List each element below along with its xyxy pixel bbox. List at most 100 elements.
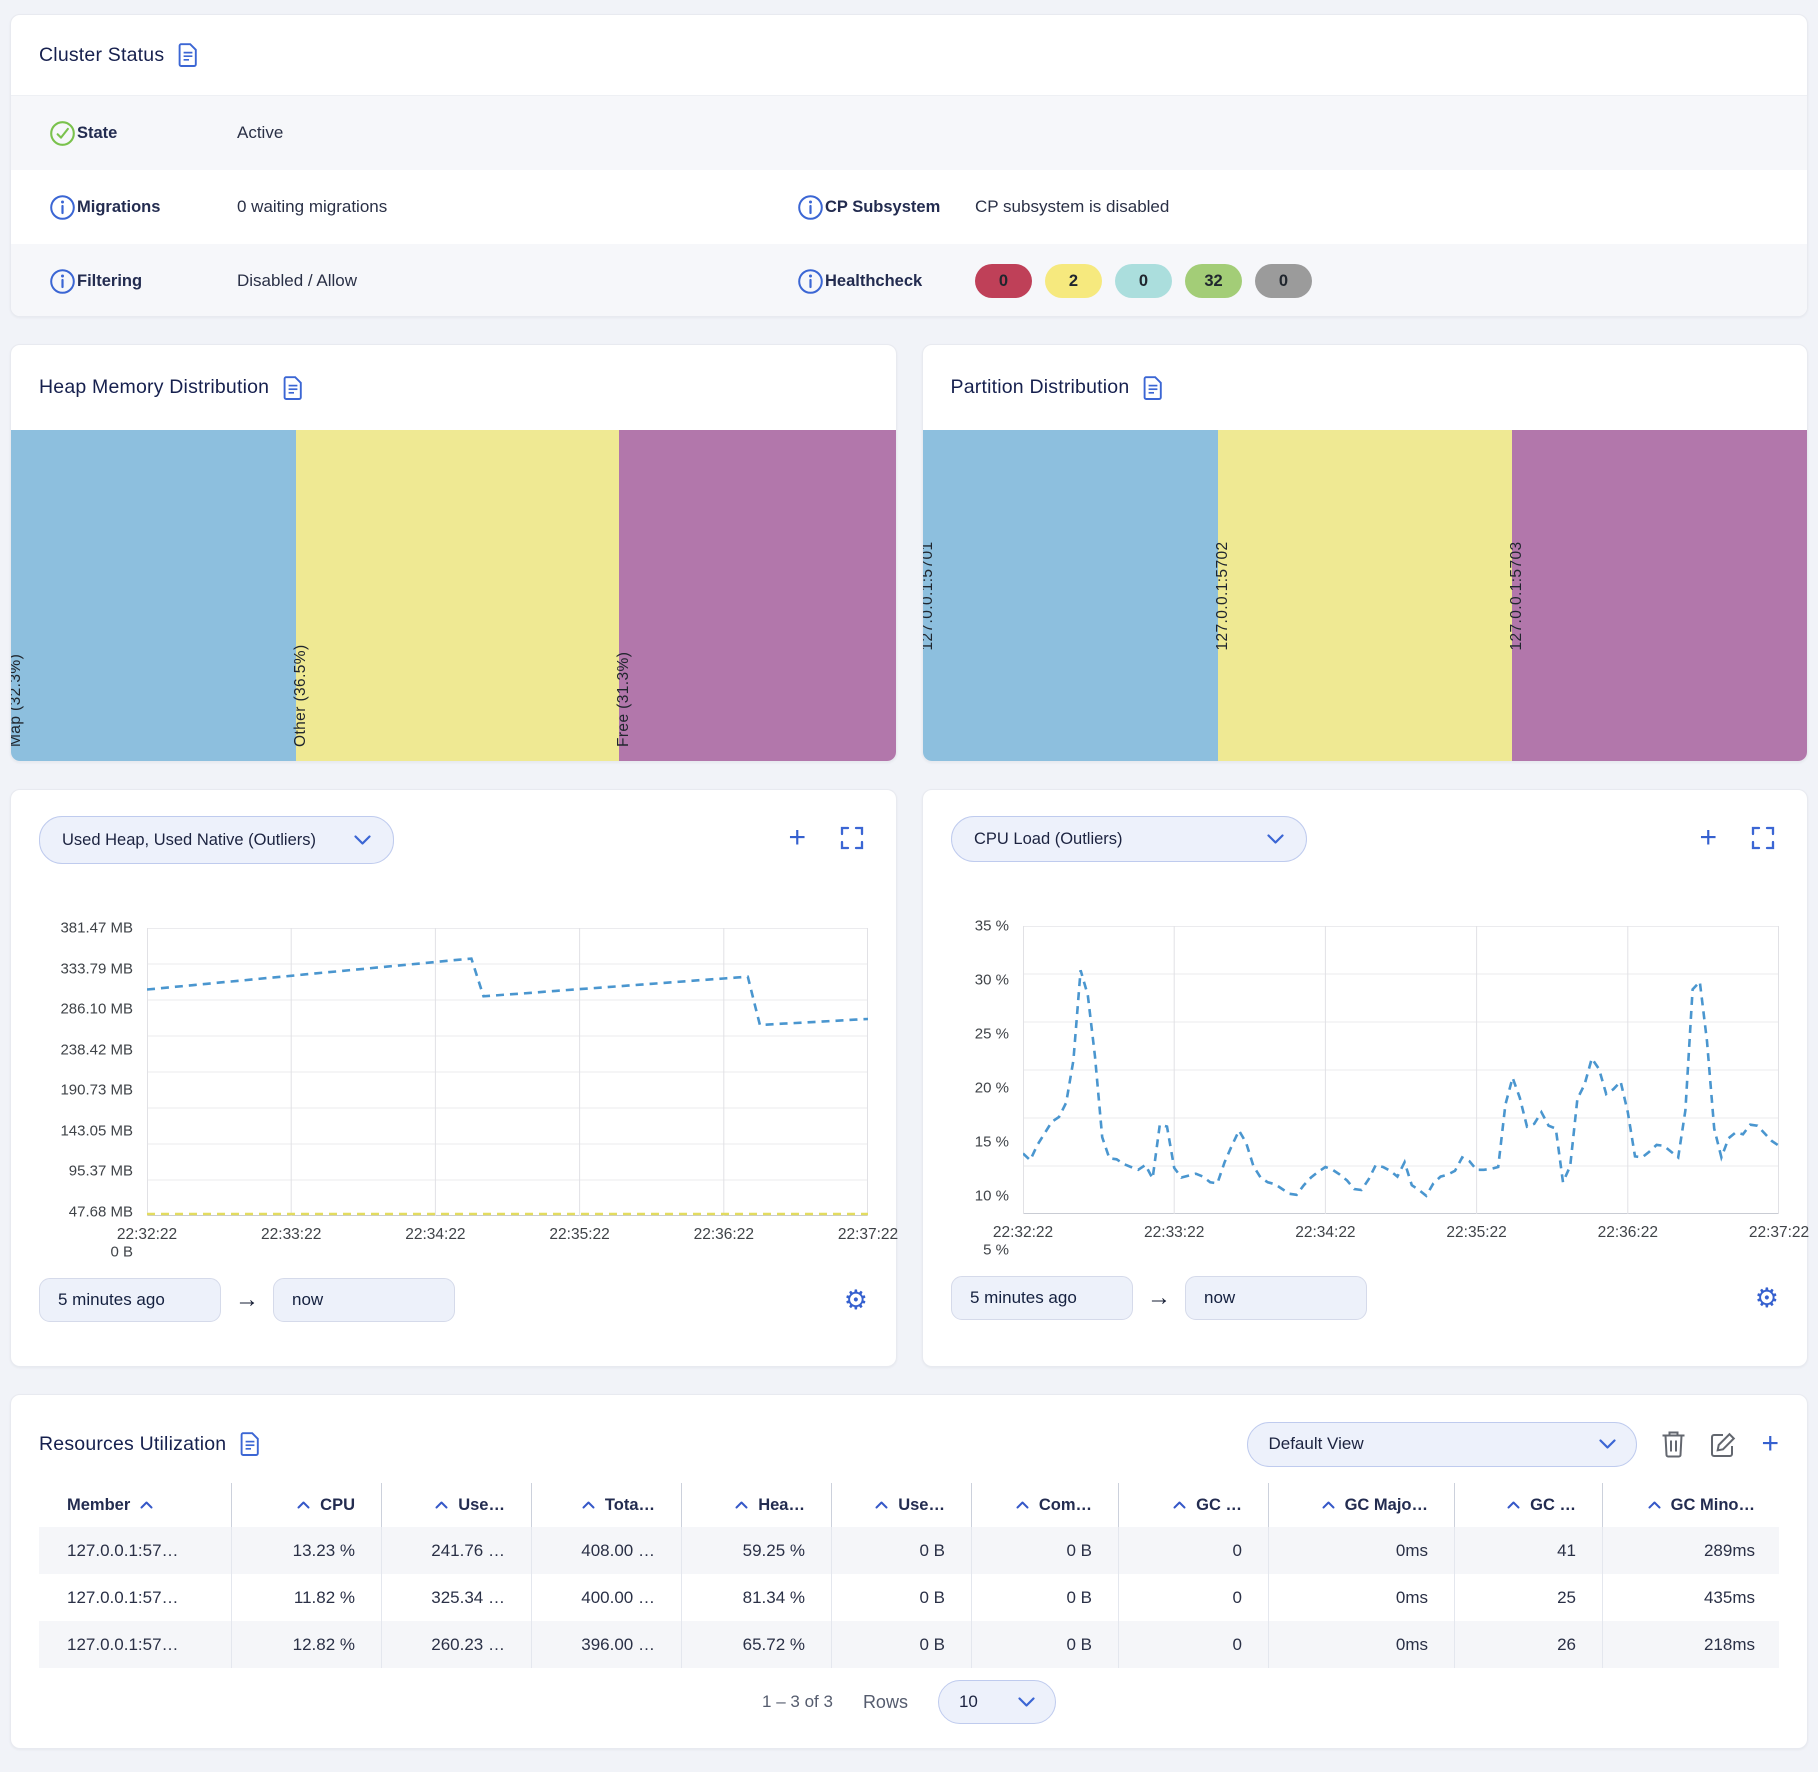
- x-axis-label: 22:33:22: [1144, 1224, 1204, 1242]
- y-axis-label: 15 %: [975, 1134, 1009, 1151]
- add-chart-icon[interactable]: +: [788, 827, 806, 849]
- docs-icon[interactable]: [240, 1432, 260, 1456]
- x-axis-label: 22:32:22: [993, 1224, 1053, 1242]
- table-cell: 0ms: [1268, 1574, 1454, 1621]
- healthcheck-badge-gray[interactable]: 0: [1255, 264, 1312, 298]
- table-cell: 0 B: [971, 1621, 1118, 1668]
- y-axis-label: 20 %: [975, 1080, 1009, 1097]
- partition-distribution-card: Partition Distribution 127.0.0.1:5701127…: [922, 344, 1809, 762]
- healthcheck-badge-red[interactable]: 0: [975, 264, 1032, 298]
- table-cell: 11.82 %: [231, 1574, 381, 1621]
- table-row[interactable]: 127.0.0.1:57…12.82 %260.23 …396.00 …65.7…: [39, 1621, 1779, 1668]
- metric-selector-dropdown[interactable]: Used Heap, Used Native (Outliers): [39, 816, 394, 864]
- add-view-icon[interactable]: +: [1761, 1433, 1779, 1455]
- memory-chart-header: Used Heap, Used Native (Outliers) +: [39, 816, 868, 864]
- heap-distribution-header: Heap Memory Distribution: [11, 345, 896, 430]
- column-header[interactable]: Member: [39, 1483, 231, 1527]
- docs-icon[interactable]: [178, 43, 198, 67]
- column-header[interactable]: Tota…: [531, 1483, 681, 1527]
- segment-label: Map (32.3%): [10, 654, 25, 747]
- table-cell: 241.76 …: [381, 1527, 531, 1574]
- sort-caret-icon: [1648, 1501, 1661, 1509]
- column-header[interactable]: Com…: [971, 1483, 1118, 1527]
- sort-caret-icon: [1322, 1501, 1335, 1509]
- gear-icon[interactable]: ⚙: [844, 1287, 868, 1314]
- table-cell: 59.25 %: [681, 1527, 831, 1574]
- time-to-input[interactable]: now: [1185, 1276, 1367, 1320]
- column-header[interactable]: GC Mino…: [1602, 1483, 1781, 1527]
- table-cell: 325.34 …: [381, 1574, 531, 1621]
- y-axis-label: 30 %: [975, 972, 1009, 989]
- migrations-cp-row: Migrations 0 waiting migrations CP Subsy…: [11, 170, 1807, 244]
- sort-caret-icon: [1016, 1501, 1029, 1509]
- cluster-status-header: Cluster Status: [11, 15, 1807, 96]
- metric-selector-label: Used Heap, Used Native (Outliers): [62, 831, 316, 850]
- rows-per-page-dropdown[interactable]: 10: [938, 1680, 1056, 1724]
- info-icon[interactable]: [49, 194, 77, 221]
- x-axis-label: 22:35:22: [1446, 1224, 1506, 1242]
- table-cell: 0 B: [971, 1574, 1118, 1621]
- table-cell: 0ms: [1268, 1621, 1454, 1668]
- series-used-heap: [147, 959, 868, 1025]
- x-axis-label: 22:37:22: [1749, 1224, 1809, 1242]
- column-header[interactable]: GC Majo…: [1268, 1483, 1454, 1527]
- time-from-input[interactable]: 5 minutes ago: [39, 1278, 221, 1322]
- delete-view-icon[interactable]: [1661, 1430, 1686, 1458]
- sort-caret-icon: [1507, 1501, 1520, 1509]
- view-selector-dropdown[interactable]: Default View: [1247, 1422, 1637, 1467]
- column-header[interactable]: Hea…: [681, 1483, 831, 1527]
- memory-chart-actions: +: [788, 816, 868, 850]
- view-selector-label: Default View: [1268, 1434, 1363, 1454]
- fullscreen-icon[interactable]: [1751, 826, 1775, 850]
- table-row[interactable]: 127.0.0.1:57…13.23 %241.76 …408.00 …59.2…: [39, 1527, 1779, 1574]
- cpu-chart-header: CPU Load (Outliers) +: [951, 816, 1779, 862]
- line-chart-canvas: [147, 928, 868, 1216]
- column-header[interactable]: Use…: [831, 1483, 971, 1527]
- column-header[interactable]: CPU: [231, 1483, 381, 1527]
- edit-view-icon[interactable]: [1710, 1431, 1737, 1458]
- docs-icon[interactable]: [283, 376, 303, 400]
- fullscreen-icon[interactable]: [840, 826, 864, 850]
- segment-label: Free (31.3%): [615, 652, 633, 747]
- gear-icon[interactable]: ⚙: [1755, 1285, 1779, 1312]
- metric-selector-dropdown[interactable]: CPU Load (Outliers): [951, 816, 1307, 862]
- add-chart-icon[interactable]: +: [1699, 827, 1717, 849]
- table-cell: 41: [1454, 1527, 1602, 1574]
- heap-memory-distribution-card: Heap Memory Distribution Map (32.3%) Othe…: [10, 344, 897, 762]
- filtering-label: Filtering: [77, 272, 237, 291]
- table-row[interactable]: 127.0.0.1:57…11.82 %325.34 …400.00 …81.3…: [39, 1574, 1779, 1621]
- table-cell: 26: [1454, 1621, 1602, 1668]
- x-axis-label: 22:36:22: [694, 1226, 754, 1244]
- healthcheck-badge-green[interactable]: 32: [1185, 264, 1242, 298]
- chevron-down-icon: [1018, 1697, 1035, 1708]
- docs-icon[interactable]: [1143, 376, 1163, 400]
- x-axis-label: 22:35:22: [549, 1226, 609, 1244]
- info-icon[interactable]: [797, 194, 825, 221]
- healthcheck-badge-yellow[interactable]: 2: [1045, 264, 1102, 298]
- table-cell: 289ms: [1602, 1527, 1781, 1574]
- time-to-input[interactable]: now: [273, 1278, 455, 1322]
- partition-distribution-bar: 127.0.0.1:5701127.0.0.1:5702127.0.0.1:57…: [923, 430, 1808, 761]
- filtering-value: Disabled / Allow: [237, 271, 797, 291]
- segment-label: Other (36.5%): [292, 644, 310, 747]
- arrow-right-icon: →: [1147, 1284, 1171, 1312]
- segment-label: 127.0.0.1:5703: [1508, 541, 1526, 650]
- table-cell: 0 B: [831, 1621, 971, 1668]
- column-header[interactable]: Use…: [381, 1483, 531, 1527]
- dashboard-page: Cluster Status State Active Migrations 0…: [0, 0, 1818, 1749]
- table-cell: 408.00 …: [531, 1527, 681, 1574]
- info-icon[interactable]: [49, 268, 77, 295]
- y-axis-label: 190.73 MB: [60, 1082, 133, 1099]
- table-cell: 400.00 …: [531, 1574, 681, 1621]
- column-header[interactable]: GC …: [1454, 1483, 1602, 1527]
- y-axis-label: 286.10 MB: [60, 1001, 133, 1018]
- info-icon[interactable]: [797, 268, 825, 295]
- resources-header: Resources Utilization Default View +: [39, 1419, 1779, 1469]
- table-cell: 127.0.0.1:57…: [39, 1527, 231, 1574]
- healthcheck-badge-teal[interactable]: 0: [1115, 264, 1172, 298]
- time-from-input[interactable]: 5 minutes ago: [951, 1276, 1133, 1320]
- table-cell: 0 B: [831, 1527, 971, 1574]
- column-header-label: CPU: [320, 1496, 355, 1515]
- column-header[interactable]: GC …: [1118, 1483, 1268, 1527]
- y-axis-label: 47.68 MB: [69, 1203, 133, 1220]
